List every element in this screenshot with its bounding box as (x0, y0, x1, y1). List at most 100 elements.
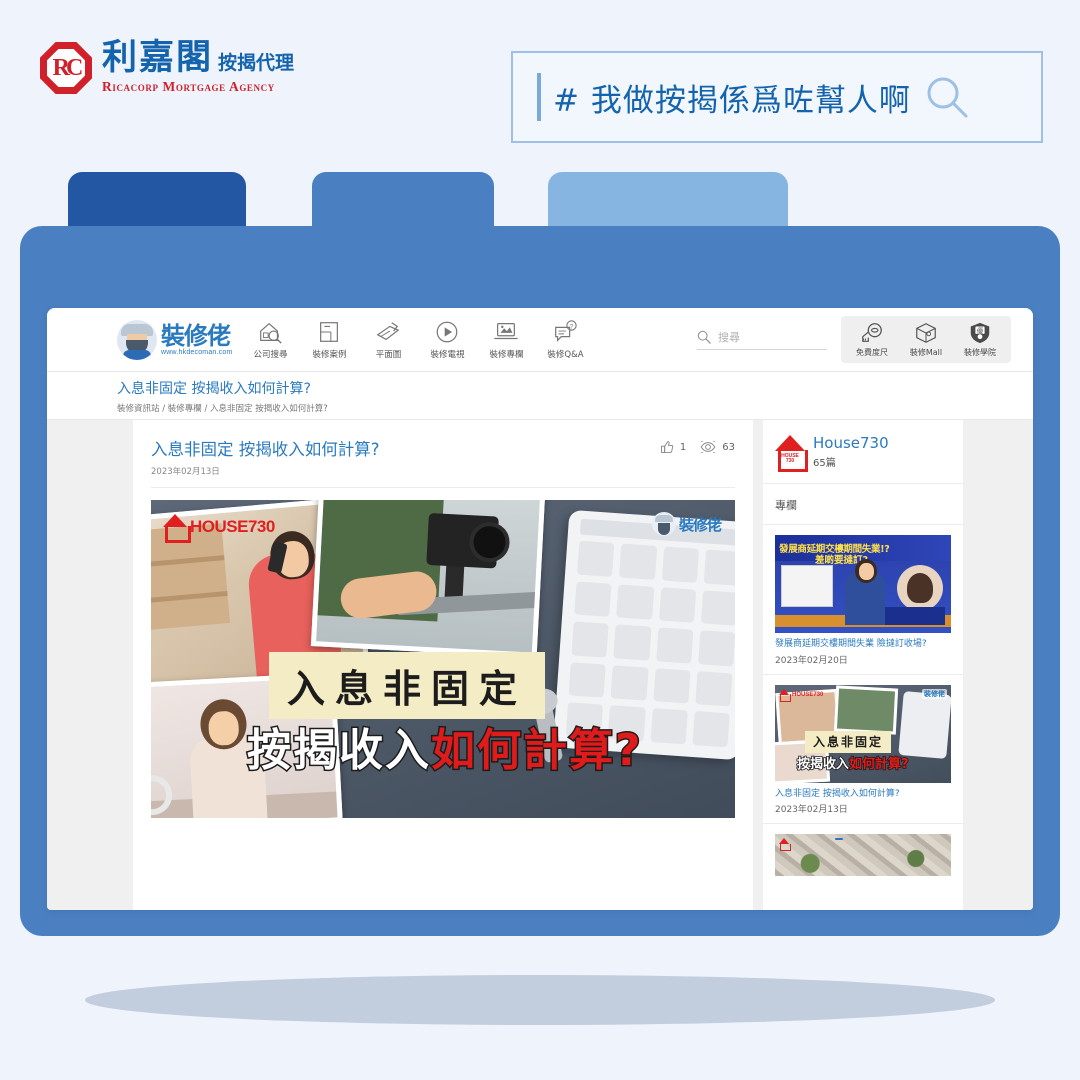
sidebar-thumb: HOUSE730 裝修佬 入息非固定 按揭收入如何計算? (775, 684, 951, 783)
util-label: 裝修Mall (909, 348, 943, 357)
house730-logo-icon: HOUSE730 (775, 434, 808, 472)
sidebar-card-title: 入息非固定 按揭收入如何計算? (775, 788, 900, 799)
like-stat[interactable]: 1 (660, 440, 686, 454)
breadcrumb-band: 入息非固定 按揭收入如何計算? 裝修資訊站 / 裝修專欄 / 入息非固定 按揭收… (47, 372, 1033, 420)
sidebar-thumb (775, 834, 951, 877)
author-post-count: 65篇 (813, 458, 836, 469)
nav-label: 裝修電視 (430, 350, 465, 360)
nav-item-column[interactable]: 裝修專欄 (482, 319, 530, 360)
hero-caption-top-text: 入息非固定 (287, 667, 528, 711)
brand-english-name: Ricacorp Mortgage Agency (102, 78, 275, 94)
util-academy[interactable]: 優 裝修學院 (957, 321, 1003, 358)
folder-drop-shadow (85, 975, 995, 1025)
hero-caption-top: 入息非固定 (269, 652, 546, 719)
rc-octagon-logo-icon: RC (40, 42, 92, 94)
thumbs-up-icon (660, 441, 674, 453)
house730-logo-icon (163, 514, 191, 543)
nav-item-floorplan[interactable]: 平面圖 (364, 319, 412, 360)
view-count: 63 (722, 441, 735, 453)
package-box-icon (916, 323, 936, 343)
article-date: 2023年02月13日 (151, 467, 220, 477)
house730-logo-icon (779, 838, 791, 852)
sidebar-column: HOUSE 730 House730 65篇 專欄 發展商延期交樓期間失業!? 差… (763, 420, 963, 910)
thumb-headline (835, 838, 843, 841)
view-stat: 63 (700, 440, 735, 454)
article-stats: 1 63 (660, 436, 735, 454)
sidebar-author[interactable]: HOUSE 730 House730 65篇 (763, 420, 963, 484)
util-free-measure[interactable]: 免費度尺 (849, 321, 895, 358)
util-label: 裝修學院 (964, 348, 996, 357)
author-name: House730 (813, 434, 889, 452)
pencil-sketch-icon (377, 322, 400, 341)
util-label: 免費度尺 (856, 348, 888, 357)
mascot-icon (117, 319, 157, 360)
content-area: 入息非固定 按揭收入如何計算? 2023年02月13日 1 63 HOUSE73… (47, 420, 1033, 910)
nav-label: 裝修案例 (312, 350, 347, 360)
sidebar-card-date: 2023年02月13日 (775, 805, 848, 816)
article-header: 入息非固定 按揭收入如何計算? 2023年02月13日 1 63 (151, 436, 735, 488)
hero-brand-left-text: HOUSE730 (190, 517, 275, 536)
nav-item-company-search[interactable]: 公司搜尋 (246, 319, 294, 360)
hashtag-text: # 我做按揭係爲咗幫人啊 (553, 82, 911, 119)
hero-caption-bottom-red: 如何計算? (430, 724, 643, 778)
list-item[interactable]: HOUSE730 裝修佬 入息非固定 按揭收入如何計算? 入息非固定 按揭收入如… (763, 675, 963, 825)
chat-question-icon: ? (555, 320, 578, 342)
decoman-logo-icon: 裝修佬 (922, 688, 947, 699)
hero-brand-decoman: 裝修佬 (651, 512, 722, 536)
nav-item-qa[interactable]: ? 裝修Q&A (541, 319, 589, 360)
page-canvas: 裝修佬 www.hkdecoman.com 公司搜尋 裝修案例 平面圖 裝修電視… (47, 308, 1033, 910)
list-item[interactable]: 發展商延期交樓期間失業!? 差啲要撻訂? 發展商延期交樓期間失業 險撻訂收場? … (763, 525, 963, 675)
play-circle-icon (437, 321, 458, 343)
hero-caption-bottom-white: 按揭收入 (246, 724, 431, 778)
brand-chinese-name: 利嘉閣 (102, 38, 214, 78)
article-title: 入息非固定 按揭收入如何計算? (151, 440, 380, 459)
main-nav: 公司搜尋 裝修案例 平面圖 裝修電視 裝修專欄 ? 裝修Q&A (246, 319, 589, 360)
page-title: 入息非固定 按揭收入如何計算? (117, 381, 311, 397)
article-column: 入息非固定 按揭收入如何計算? 2023年02月13日 1 63 HOUSE73… (133, 420, 753, 910)
breadcrumb[interactable]: 裝修資訊站 / 裝修專欄 / 入息非固定 按揭收入如何計算? (117, 402, 1033, 414)
hero-brand-house730: HOUSE730 (163, 514, 275, 543)
nav-label: 裝修Q&A (547, 350, 584, 360)
browser-window: 裝修佬 www.hkdecoman.com 公司搜尋 裝修案例 平面圖 裝修電視… (47, 308, 1033, 910)
search-icon (697, 330, 711, 344)
eye-icon (700, 441, 716, 453)
search-icon[interactable] (923, 73, 971, 121)
svg-text:?: ? (570, 323, 574, 330)
hero-caption-bottom: 按揭收入 如何計算? (246, 714, 643, 778)
list-item[interactable] (763, 824, 963, 877)
mascot-icon (651, 512, 676, 536)
svg-text:優: 優 (977, 326, 984, 335)
like-count: 1 (679, 441, 687, 453)
laptop-image-icon (494, 323, 519, 340)
thumb-subline-red: 如何計算? (848, 756, 909, 773)
nav-label: 平面圖 (375, 350, 402, 360)
house730-logo-icon: HOUSE730 (779, 688, 823, 702)
nav-item-tv[interactable]: 裝修電視 (423, 319, 471, 360)
nav-label: 公司搜尋 (253, 350, 288, 360)
hashtag-banner: # 我做按揭係爲咗幫人啊 (511, 51, 1043, 143)
tape-measure-icon (862, 323, 882, 342)
house-search-icon (260, 322, 283, 344)
search-placeholder: 搜尋 (718, 331, 740, 344)
thumb-headline: 入息非固定 (813, 734, 884, 749)
site-header: 裝修佬 www.hkdecoman.com 公司搜尋 裝修案例 平面圖 裝修電視… (47, 308, 1033, 372)
hero-photo-camera (310, 500, 546, 658)
top-brand-row: RC 利嘉閣 按揭代理 Ricacorp Mortgage Agency # 我… (0, 0, 1080, 160)
floorplan-icon (320, 322, 339, 342)
hero-brand-right-text: 裝修佬 (678, 515, 722, 534)
sidebar-thumb: 發展商延期交樓期間失業!? 差啲要撻訂? (775, 535, 951, 633)
site-logo[interactable]: 裝修佬 www.hkdecoman.com (117, 319, 233, 360)
util-mall[interactable]: 裝修Mall (903, 321, 949, 358)
sidebar-section-label: 專欄 (763, 484, 963, 525)
nav-item-cases[interactable]: 裝修案例 (305, 319, 353, 360)
search-input[interactable]: 搜尋 (697, 329, 827, 350)
ricacorp-logo: RC 利嘉閣 按揭代理 Ricacorp Mortgage Agency (40, 40, 294, 95)
shield-badge-icon: 優 (970, 322, 990, 344)
site-logo-url: www.hkdecoman.com (161, 348, 233, 356)
site-logo-name: 裝修佬 (161, 321, 231, 350)
sidebar-card-date: 2023年02月20日 (775, 655, 848, 666)
utility-group: 免費度尺 裝修Mall 優 裝修學院 (841, 316, 1011, 363)
nav-label: 裝修專欄 (489, 350, 524, 360)
brand-chinese-sub: 按揭代理 (218, 52, 295, 74)
header-right-group: 搜尋 免費度尺 裝修Mall 優 裝修學院 (697, 316, 1011, 363)
